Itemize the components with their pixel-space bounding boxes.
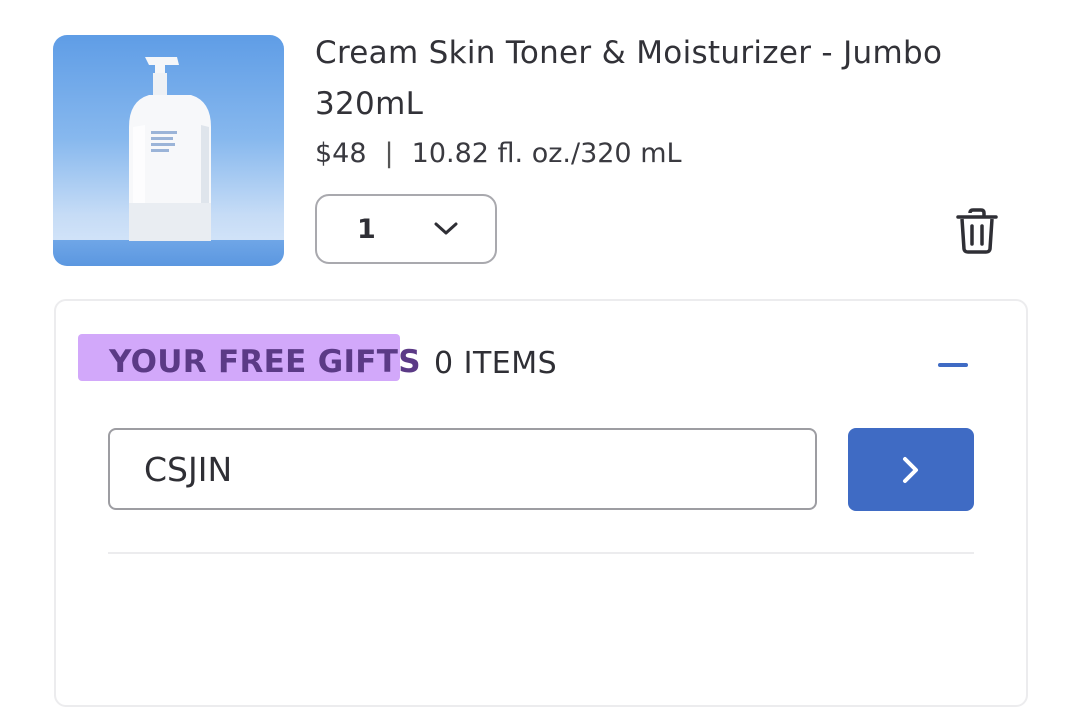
trash-icon[interactable] — [955, 207, 999, 255]
chevron-right-icon — [903, 456, 918, 483]
minus-icon[interactable] — [938, 363, 968, 367]
quantity-select[interactable]: 1 — [315, 194, 497, 264]
price-separator: | — [384, 138, 394, 169]
chevron-down-icon — [434, 222, 458, 235]
price-line: $48 | 10.82 fl. oz./320 mL — [315, 138, 682, 169]
product-size: 10.82 fl. oz./320 mL — [411, 138, 682, 169]
product-image[interactable] — [53, 35, 284, 266]
free-gifts-title: YOUR FREE GIFTS — [109, 344, 421, 380]
product-title[interactable]: Cream Skin Toner & Moisturizer - Jumbo 3… — [315, 28, 1015, 130]
apply-code-button[interactable] — [848, 428, 974, 511]
quantity-value: 1 — [357, 213, 376, 245]
divider — [108, 552, 974, 554]
toner-bottle-image — [129, 57, 211, 241]
product-price: $48 — [315, 138, 367, 169]
gift-code-input[interactable] — [108, 428, 817, 510]
free-gifts-count: 0 ITEMS — [434, 346, 558, 381]
